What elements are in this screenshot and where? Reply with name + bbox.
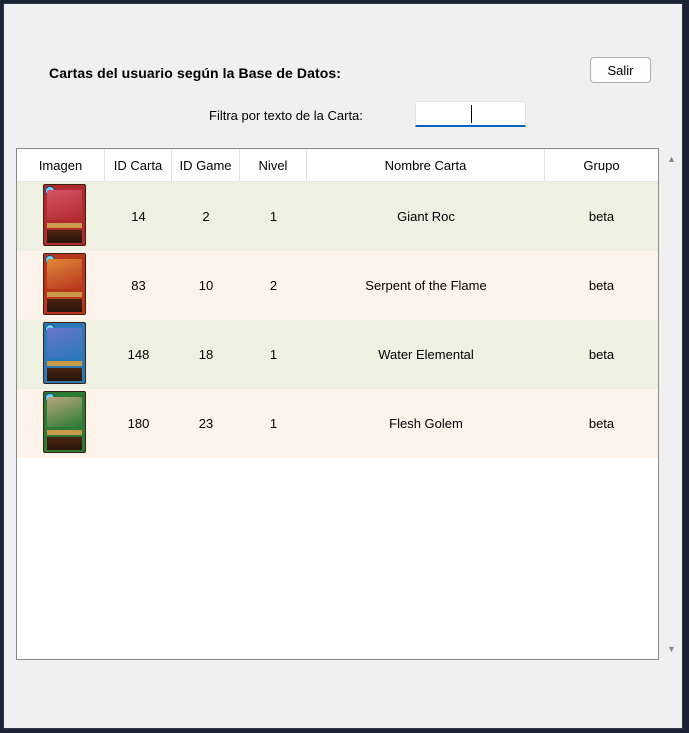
vertical-scrollbar[interactable]: ▲ ▼ [663,148,679,660]
table-row[interactable]: 83 10 2 Serpent of the Flame beta [17,251,658,320]
column-header-nombre-carta[interactable]: Nombre Carta [307,149,545,181]
card-art [47,397,82,427]
cell-id-game: 2 [202,209,210,224]
page-title: Cartas del usuario según la Base de Dato… [49,65,342,81]
card-image [43,184,86,246]
table-row[interactable]: 148 18 1 Water Elemental beta [17,320,658,389]
card-name-banner [47,361,82,366]
cell-grupo: beta [588,347,615,362]
cards-window: Cartas del usuario según la Base de Dato… [4,4,682,728]
cell-grupo: beta [588,416,615,431]
card-art [47,190,82,220]
cards-table[interactable]: Imagen ID Carta ID Game Nivel Nombre Car… [16,148,659,660]
cell-id-game: 10 [198,278,214,293]
column-header-id-carta[interactable]: ID Carta [105,149,172,181]
card-stats-panel [47,299,82,312]
card-name-banner [47,292,82,297]
text-caret [471,105,472,123]
column-header-imagen[interactable]: Imagen [17,149,105,181]
exit-button[interactable]: Salir [590,57,651,83]
cell-nivel: 2 [269,278,278,293]
card-stats-panel [47,368,82,381]
column-header-id-game[interactable]: ID Game [172,149,240,181]
card-art [47,328,82,358]
cell-nombre-carta: Water Elemental [378,347,474,362]
cell-id-game: 23 [198,416,214,431]
cell-grupo: beta [588,278,615,293]
cell-nombre-carta: Serpent of the Flame [365,278,487,293]
table-row[interactable]: 180 23 1 Flesh Golem beta [17,389,658,458]
column-header-grupo[interactable]: Grupo [545,149,658,181]
cell-id-carta: 180 [127,416,150,431]
cell-id-game: 18 [198,347,214,362]
table-header: Imagen ID Carta ID Game Nivel Nombre Car… [17,149,658,182]
card-art [47,259,82,289]
scroll-down-arrow-icon[interactable]: ▼ [667,644,676,654]
cell-grupo: beta [588,209,615,224]
cell-nivel: 1 [269,416,278,431]
table-row[interactable]: 14 2 1 Giant Roc beta [17,182,658,251]
scroll-up-arrow-icon[interactable]: ▲ [667,154,676,164]
cell-id-carta: 83 [131,278,146,293]
cell-nombre-carta: Flesh Golem [389,416,463,431]
card-image [43,391,86,453]
card-stats-panel [47,230,82,243]
cell-nivel: 1 [269,209,278,224]
cell-nombre-carta: Giant Roc [397,209,455,224]
column-header-nivel[interactable]: Nivel [240,149,307,181]
card-image [43,322,86,384]
cell-id-carta: 14 [131,209,146,224]
card-image [43,253,86,315]
cell-nivel: 1 [269,347,278,362]
filter-label: Filtra por texto de la Carta: [209,108,363,123]
card-name-banner [47,223,82,228]
cell-id-carta: 148 [127,347,150,362]
card-stats-panel [47,437,82,450]
card-name-banner [47,430,82,435]
